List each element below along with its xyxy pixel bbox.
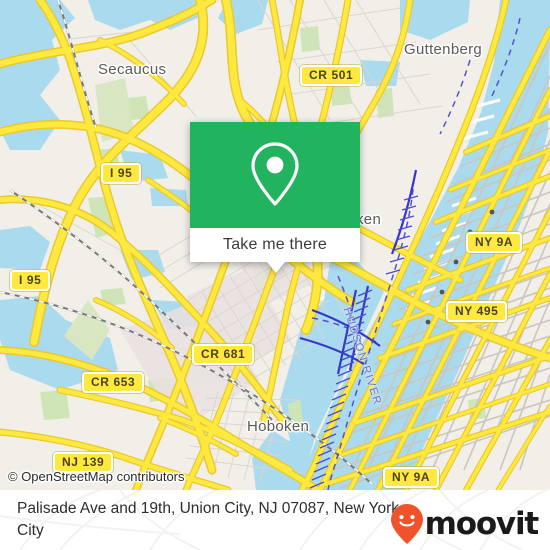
moovit-wordmark: moovit [424,505,540,542]
footer-bar: Palisade Ave and 19th, Union City, NJ 07… [0,490,550,550]
moovit-pin-smile-icon [390,504,423,544]
map-canvas[interactable]: Secaucus Guttenberg ken Hoboken HUDSON R… [0,0,550,490]
popup-cta-label: Take me there [223,236,327,253]
location-popup-card[interactable]: Take me there [190,122,360,273]
moovit-logo[interactable]: moovit [390,504,540,544]
popup-cta-button[interactable]: Take me there [190,228,360,262]
osm-attribution[interactable]: © OpenStreetMap contributors [8,469,185,484]
address-text: Palisade Ave and 19th, Union City, NJ 07… [17,500,399,539]
popup-tail [267,262,285,273]
map-pin-icon [251,142,299,206]
popup-header [190,122,360,228]
moovit-map-screenshot: Secaucus Guttenberg ken Hoboken HUDSON R… [0,0,550,550]
